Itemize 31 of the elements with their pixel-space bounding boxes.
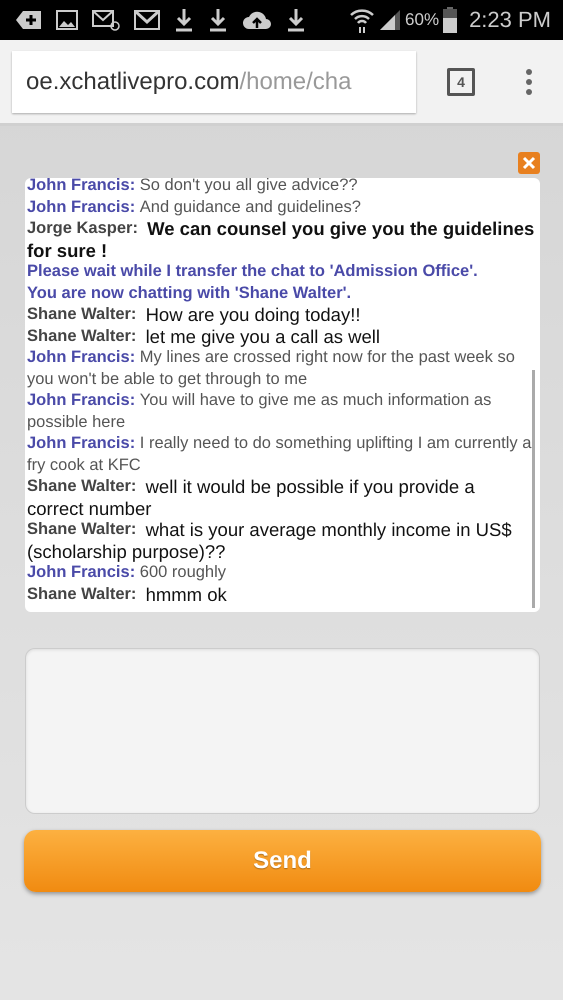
chat-message: John Francis: I really need to do something uplifting I am currently a fry cook at KFC bbox=[27, 433, 532, 476]
chat-message: John Francis: And guidance and guidelines? bbox=[27, 196, 362, 218]
battery-icon bbox=[443, 7, 458, 33]
chat-message: John Francis: So don't you all give advice?? bbox=[27, 178, 359, 196]
chat-message: Jorge Kasper: We can counsel you give you the guidelines for sure ! bbox=[27, 218, 536, 261]
cloud-upload-icon bbox=[242, 9, 272, 31]
signal-icon bbox=[379, 9, 402, 31]
wifi-icon bbox=[349, 7, 376, 33]
chat-message: John Francis: 600 roughly bbox=[27, 562, 228, 583]
chat-message: Shane Walter: hmmm ok bbox=[27, 584, 228, 605]
chat-message: Shane Walter: let me give you a call as well bbox=[27, 326, 382, 347]
chat-message: John Francis: My lines are crossed right now for the past week so you won't be able to get through to me bbox=[27, 347, 516, 390]
download-icon bbox=[286, 8, 306, 32]
plus-tag-icon bbox=[16, 10, 42, 30]
close-icon[interactable] bbox=[518, 152, 540, 174]
url-field[interactable]: oe.xchatlivepro.com/home/cha bbox=[12, 50, 416, 112]
chat-message: Shane Walter: what is your average monthly income in US$ (scholarship purpose)?? bbox=[27, 519, 513, 562]
download-icon bbox=[208, 8, 228, 32]
battery-percentage: 60% bbox=[405, 10, 440, 30]
image-icon bbox=[56, 10, 78, 30]
chat-message: John Francis: You will have to give me as much information as possible here bbox=[27, 390, 492, 432]
mail-icon bbox=[134, 10, 160, 30]
download-icon bbox=[174, 8, 194, 32]
message-input-field[interactable] bbox=[25, 648, 540, 814]
system-message: Please wait while I transfer the chat to 'Admission Office'. bbox=[27, 261, 479, 282]
menu-icon[interactable] bbox=[525, 68, 533, 96]
chat-message: Shane Walter: How are you doing today!! bbox=[27, 304, 362, 326]
tab-count-button[interactable]: 4 bbox=[447, 68, 475, 96]
clock-time: 2:23 PM bbox=[469, 7, 551, 33]
email-icon bbox=[92, 9, 120, 31]
system-message: You are now chatting with 'Shane Walter'. bbox=[27, 282, 352, 304]
